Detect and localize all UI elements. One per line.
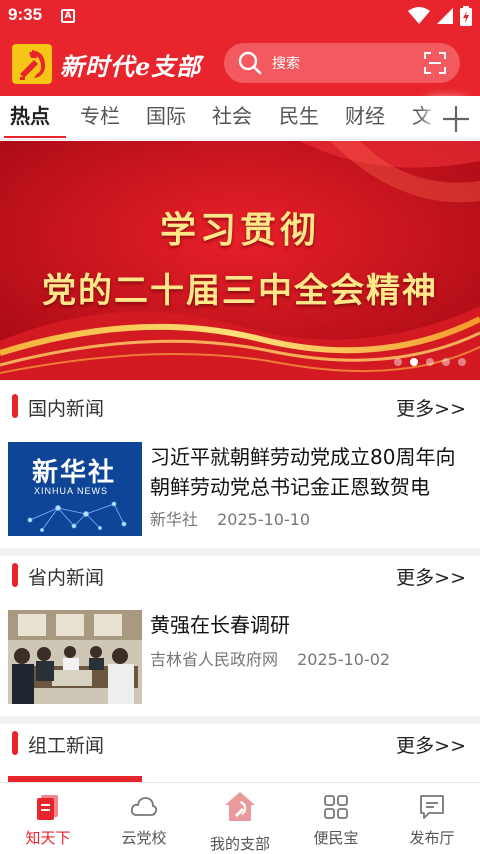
more-link[interactable]: 更多>> <box>396 731 466 758</box>
meeting-photo-image <box>8 610 142 704</box>
section-title: 国内新闻 <box>28 398 105 420</box>
wifi-icon <box>408 7 430 24</box>
section-marker <box>12 394 18 418</box>
active-tab-indicator <box>4 136 66 138</box>
news-date: 2025-10-02 <box>297 650 391 669</box>
document-icon <box>37 795 58 820</box>
news-thumbnail <box>8 610 142 704</box>
add-tab-button[interactable] <box>438 100 474 136</box>
section-title: 省内新闻 <box>28 567 105 589</box>
section-header-provincial: 省内新闻 更多>> <box>0 551 480 599</box>
app-bar: 新时代e支部 搜索 <box>0 36 480 90</box>
banner-carousel[interactable]: 学习贯彻 党的二十届三中全会精神 <box>0 141 480 380</box>
banner-title-line1: 学习贯彻 <box>159 209 320 251</box>
news-item[interactable]: 黄强在长春调研 吉林省人民政府网 2025-10-02 <box>0 604 480 714</box>
tab-finance[interactable]: 财经 <box>345 96 385 140</box>
section-header-domestic: 国内新闻 更多>> <box>0 382 480 430</box>
nav-item-bianminbao[interactable]: 便民宝 <box>288 783 384 854</box>
nav-label: 云党校 <box>121 829 167 847</box>
carousel-dot-active[interactable] <box>410 358 418 366</box>
tab-culture[interactable]: 文 <box>412 96 432 140</box>
news-thumbnail: 新华社 XINHUA NEWS <box>8 442 142 536</box>
news-title: 习近平就朝鲜劳动党成立80周年向朝鲜劳动党总书记金正恩致贺电 <box>150 445 456 499</box>
nav-label: 便民宝 <box>313 829 359 847</box>
carousel-dot[interactable] <box>394 358 402 366</box>
thumb-brand-subtext: XINHUA NEWS <box>34 486 109 496</box>
nav-label: 发布厅 <box>409 829 455 847</box>
news-item[interactable]: 新华社 XINHUA NEWS 习近平就朝鲜劳动党成立80周年向朝鲜劳动党总书记… <box>0 436 480 546</box>
tab-livelihood[interactable]: 民生 <box>279 96 319 140</box>
section-title: 组工新闻 <box>28 735 105 757</box>
notification-icon: A <box>61 9 75 23</box>
tab-hot[interactable]: 热点 <box>10 96 50 140</box>
more-link[interactable]: 更多>> <box>396 394 466 421</box>
carousel-dot[interactable] <box>442 358 450 366</box>
news-date: 2025-10-10 <box>217 510 311 529</box>
carousel-dot[interactable] <box>426 358 434 366</box>
battery-icon <box>460 6 472 26</box>
news-meta: 吉林省人民政府网 2025-10-02 <box>150 646 390 670</box>
news-source: 吉林省人民政府网 <box>150 650 279 669</box>
news-source: 新华社 <box>150 510 199 529</box>
grid-icon <box>324 795 348 819</box>
news-title: 黄强在长春调研 <box>150 613 290 637</box>
section-marker <box>12 563 18 587</box>
nav-item-my-branch[interactable]: 我的支部 <box>192 783 288 854</box>
search-box[interactable]: 搜索 <box>224 43 460 83</box>
more-link[interactable]: 更多>> <box>396 563 466 590</box>
system-icons <box>408 6 472 26</box>
news-meta: 新华社 2025-10-10 <box>150 506 310 530</box>
tab-society[interactable]: 社会 <box>212 96 252 140</box>
bottom-navigation: 知天下 云党校 我的支部 便民宝 发布厅 <box>0 782 480 854</box>
header: 9:35 A 新时代e支部 搜索 <box>0 0 480 96</box>
carousel-indicator <box>394 358 466 366</box>
nav-item-yundangxiao[interactable]: 云党校 <box>96 783 192 854</box>
scan-icon[interactable] <box>424 52 446 74</box>
nav-item-fabuting[interactable]: 发布厅 <box>384 783 480 854</box>
section-marker <box>12 731 18 755</box>
carousel-dot[interactable] <box>458 358 466 366</box>
party-house-icon <box>225 792 255 821</box>
app-logo: 新时代e支部 <box>12 44 212 84</box>
nav-label: 知天下 <box>25 829 71 847</box>
tab-column[interactable]: 专栏 <box>80 96 120 140</box>
section-header-organization: 组工新闻 更多>> <box>0 719 480 767</box>
message-icon <box>420 795 444 819</box>
banner-title-line2: 党的二十届三中全会精神 <box>42 271 438 311</box>
party-emblem-icon <box>12 44 52 84</box>
app-name: 新时代e支部 <box>60 51 202 81</box>
search-placeholder: 搜索 <box>272 56 300 72</box>
plus-icon <box>443 106 469 132</box>
status-bar: 9:35 A <box>0 0 480 32</box>
tab-international[interactable]: 国际 <box>146 96 186 140</box>
thumb-brand-text: 新华社 <box>32 458 117 488</box>
nav-item-zhitianxia[interactable]: 知天下 <box>0 783 96 854</box>
search-icon <box>238 51 262 75</box>
nav-label: 我的支部 <box>209 835 270 853</box>
banner-background <box>0 141 480 380</box>
signal-icon <box>437 8 453 24</box>
cloud-icon <box>130 797 158 816</box>
category-tabs: 热点 专栏 国际 社会 民生 财经 文 <box>0 96 480 140</box>
status-time: 9:35 <box>8 5 43 24</box>
